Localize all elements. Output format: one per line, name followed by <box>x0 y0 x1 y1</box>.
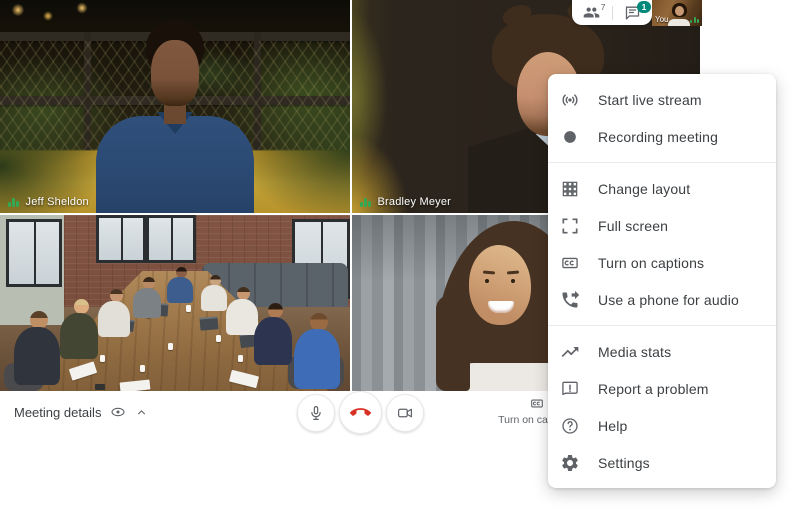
menu-item-media-stats[interactable]: Media stats <box>548 333 776 370</box>
menu-item-change-layout[interactable]: Change layout <box>548 170 776 207</box>
cup <box>238 355 243 362</box>
hang-up-button[interactable] <box>339 391 382 434</box>
torso <box>201 285 227 311</box>
video-tile-jeff-sheldon[interactable]: Jeff Sheldon <box>0 0 350 213</box>
self-view-thumbnail[interactable]: You <box>652 0 702 26</box>
menu-item-turn-on-captions[interactable]: Turn on captions <box>548 244 776 281</box>
menu-item-label: Full screen <box>598 218 668 234</box>
head <box>74 299 89 314</box>
menu-item-recording-meeting[interactable]: Recording meeting <box>548 118 776 155</box>
menu-item-label: Help <box>598 418 627 434</box>
cup <box>168 343 173 350</box>
more-options-menu: Start live stream Recording meeting Chan… <box>548 74 776 488</box>
menu-item-full-screen[interactable]: Full screen <box>548 207 776 244</box>
self-view-label: You <box>655 15 669 24</box>
live-stream-icon <box>560 90 580 110</box>
person-eye <box>485 279 489 283</box>
speaker-name-tag: Bradley Meyer <box>360 196 451 208</box>
people-icon <box>583 4 600 21</box>
torso <box>60 313 98 359</box>
cup <box>140 365 145 372</box>
torso <box>294 329 340 389</box>
captions-icon <box>560 253 580 273</box>
menu-item-label: Change layout <box>598 181 690 197</box>
torso <box>133 288 161 318</box>
menu-item-start-live-stream[interactable]: Start live stream <box>548 81 776 118</box>
phone <box>95 384 105 390</box>
speaker-name: Bradley Meyer <box>378 196 452 208</box>
meet-app-window: Jeff Sheldon Bradley Meyer <box>0 0 800 523</box>
menu-item-label: Recording meeting <box>598 129 718 145</box>
person-eye <box>511 279 515 283</box>
laptop <box>199 316 218 331</box>
torso <box>14 327 60 385</box>
menu-item-label: Report a problem <box>598 381 709 397</box>
person-torso <box>668 19 690 26</box>
phone-audio-icon <box>560 290 580 310</box>
eye-icon <box>110 404 126 420</box>
meeting-details-label: Meeting details <box>14 405 101 420</box>
menu-item-label: Turn on captions <box>598 255 704 271</box>
person-face <box>675 6 684 16</box>
torso <box>98 301 130 337</box>
menu-item-use-phone-for-audio[interactable]: Use a phone for audio <box>548 281 776 318</box>
hang-up-icon <box>350 402 371 423</box>
window <box>96 215 146 263</box>
microphone-icon <box>307 404 325 422</box>
help-icon <box>560 416 580 436</box>
chevron-up-icon <box>135 406 148 419</box>
person-face <box>469 245 531 325</box>
meeting-details-toggle[interactable]: Meeting details <box>14 402 148 422</box>
speaker-name-tag: Jeff Sheldon <box>8 196 89 208</box>
cup <box>186 305 191 312</box>
person-face <box>151 40 199 106</box>
menu-item-report-a-problem[interactable]: Report a problem <box>548 370 776 407</box>
grid-layout-icon <box>560 179 580 199</box>
settings-icon <box>560 453 580 473</box>
cup <box>100 355 105 362</box>
media-stats-icon <box>560 342 580 362</box>
menu-item-label: Start live stream <box>598 92 702 108</box>
menu-item-help[interactable]: Help <box>548 407 776 444</box>
menu-divider <box>548 162 776 163</box>
torso <box>226 299 258 335</box>
camera-icon <box>396 404 414 422</box>
menu-item-label: Use a phone for audio <box>598 292 739 308</box>
window <box>6 219 62 287</box>
fullscreen-icon <box>560 216 580 236</box>
video-tile-meeting-room[interactable] <box>0 215 350 391</box>
torso <box>254 317 292 365</box>
report-problem-icon <box>560 379 580 399</box>
captions-icon <box>528 396 546 411</box>
window <box>146 215 196 263</box>
record-icon <box>560 127 580 147</box>
menu-item-label: Media stats <box>598 344 671 360</box>
participants-count: 7 <box>601 2 606 12</box>
head <box>268 303 283 318</box>
participants-button[interactable]: 7 <box>572 0 612 25</box>
header-controls-pill: 7 1 <box>572 0 652 25</box>
audio-activity-icon <box>360 197 371 207</box>
menu-item-settings[interactable]: Settings <box>548 444 776 481</box>
torso <box>167 277 193 303</box>
cup <box>216 335 221 342</box>
menu-divider <box>548 325 776 326</box>
audio-activity-icon <box>8 197 19 207</box>
speaker-name: Jeff Sheldon <box>26 196 89 208</box>
person-hair <box>436 295 470 391</box>
chat-button[interactable]: 1 <box>613 0 653 25</box>
chat-unread-badge: 1 <box>637 1 651 13</box>
audio-activity-icon <box>690 16 699 23</box>
camera-button[interactable] <box>386 394 424 432</box>
menu-item-label: Settings <box>598 455 650 471</box>
microphone-button[interactable] <box>297 394 335 432</box>
paper <box>120 379 151 391</box>
